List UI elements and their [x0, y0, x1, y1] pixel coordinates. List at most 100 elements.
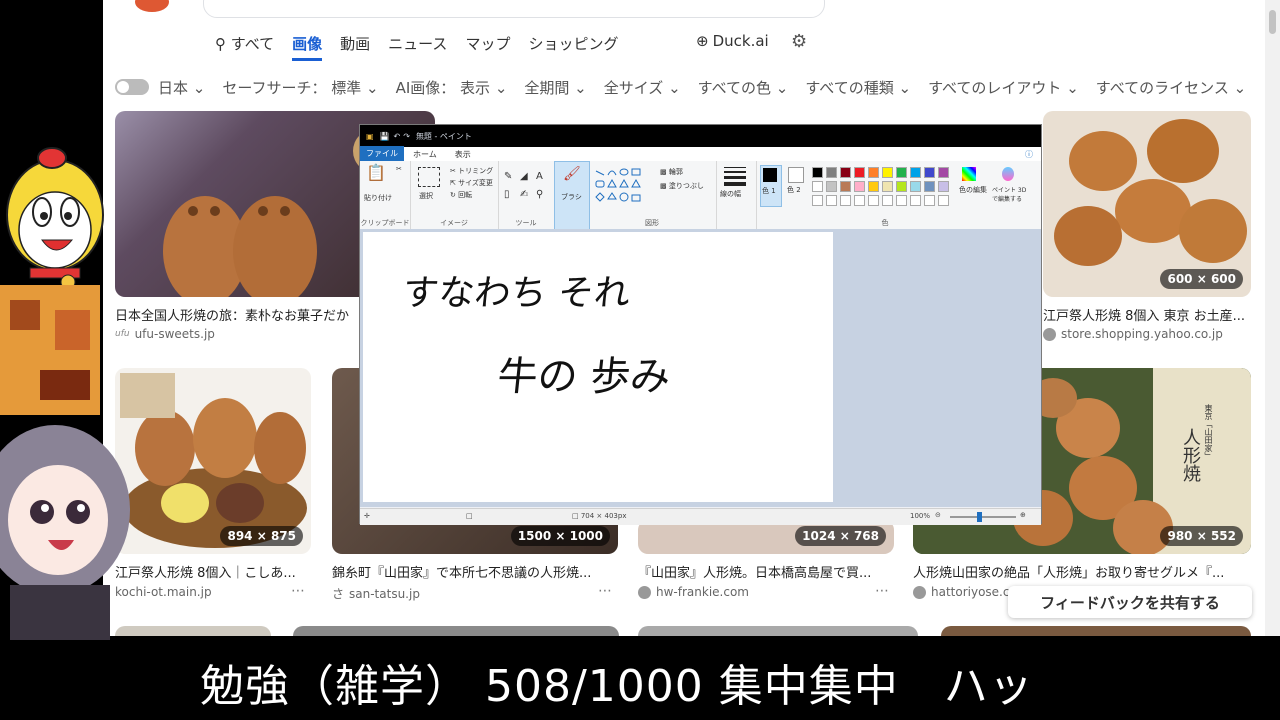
color-swatch[interactable] — [924, 167, 935, 178]
pencil-icon[interactable]: ✎ — [504, 171, 512, 182]
color-palette[interactable] — [812, 167, 962, 209]
save-icon[interactable]: 💾 — [380, 132, 394, 141]
cut-icon[interactable]: ✂ — [396, 165, 402, 173]
result-image-2[interactable]: 600 × 600 — [1043, 111, 1251, 297]
result-source-2[interactable]: store.shopping.yahoo.co.jp — [1043, 327, 1223, 341]
select-icon[interactable] — [418, 167, 440, 187]
line-width-button[interactable]: 線の幅 — [716, 161, 757, 229]
result-image-10[interactable] — [941, 626, 1251, 636]
tab-maps[interactable]: マップ — [465, 33, 510, 54]
filter-layout[interactable]: すべてのレイアウト ⌄ — [928, 77, 1079, 98]
paint3d-icon[interactable] — [1002, 167, 1014, 181]
outline-button[interactable]: ▩ 輪郭 — [660, 167, 683, 177]
scrollbar-thumb[interactable] — [1269, 10, 1276, 34]
color-swatch[interactable] — [938, 167, 949, 178]
result-source-5[interactable]: hw-frankie.com — [638, 585, 749, 599]
color-swatch[interactable] — [826, 167, 837, 178]
result-caption-4[interactable]: 錦糸町『山田家』で本所七不思議の人形焼... — [332, 562, 618, 581]
filter-safesearch[interactable]: セーフサーチ： 標準 ⌄ — [222, 77, 378, 98]
scrollbar[interactable] — [1265, 0, 1280, 636]
tab-images[interactable]: 画像 — [292, 33, 323, 61]
color-swatch[interactable] — [868, 167, 879, 178]
undo-icon[interactable]: ↶ — [394, 132, 404, 141]
result-image-3[interactable]: 894 × 875 — [115, 368, 311, 554]
color-swatch[interactable] — [812, 167, 823, 178]
filter-type[interactable]: すべての種類 ⌄ — [805, 77, 911, 98]
filter-color[interactable]: すべての色 ⌄ — [698, 77, 789, 98]
result-image-9[interactable] — [638, 626, 918, 636]
color-swatch-empty[interactable] — [938, 195, 949, 206]
result-caption-6[interactable]: 人形焼山田家の絶品「人形焼」お取り寄せグルメ『... — [913, 562, 1251, 581]
color-swatch[interactable] — [910, 181, 921, 192]
color2-button[interactable]: 色 2 — [786, 165, 806, 205]
color-swatch-empty[interactable] — [882, 195, 893, 206]
redo-icon[interactable]: ↷ — [403, 132, 416, 141]
result-caption-5[interactable]: 『山田家』人形焼。日本橋高島屋で買... — [638, 562, 894, 581]
color-swatch-empty[interactable] — [896, 195, 907, 206]
color-swatch[interactable] — [854, 167, 865, 178]
filter-ai-images[interactable]: AI画像： 表示 ⌄ — [396, 77, 508, 98]
color-swatch[interactable] — [910, 167, 921, 178]
search-input[interactable] — [203, 0, 825, 18]
duckduckgo-logo[interactable] — [135, 0, 169, 12]
more-options-icon[interactable]: ⋯ — [875, 583, 889, 599]
brush-button[interactable]: 🖌 ブラシ — [554, 161, 590, 231]
color-swatch-empty[interactable] — [812, 195, 823, 206]
zoom-in-button[interactable]: ⊕ — [1020, 511, 1026, 519]
color1-button[interactable]: 色 1 — [760, 165, 782, 207]
zoom-slider[interactable] — [950, 516, 1016, 518]
color-swatch[interactable] — [896, 181, 907, 192]
color-swatch-empty[interactable] — [924, 195, 935, 206]
text-icon[interactable]: A — [536, 171, 543, 182]
tab-shopping[interactable]: ショッピング — [528, 33, 618, 54]
color-swatch[interactable] — [882, 181, 893, 192]
tab-videos[interactable]: 動画 — [340, 33, 370, 54]
trim-button[interactable]: ✂ トリミング — [450, 166, 493, 176]
result-caption-1[interactable]: 日本全国人形焼の旅：素朴なお菓子だか — [115, 305, 360, 324]
shapes-gallery[interactable] — [594, 167, 650, 203]
color-swatch-empty[interactable] — [854, 195, 865, 206]
result-source-6[interactable]: hattoriyose.c — [913, 585, 1009, 599]
gear-icon[interactable]: ⚙ — [791, 31, 807, 52]
fill-icon[interactable]: ◢ — [520, 171, 528, 182]
magnifier-icon[interactable]: ⚲ — [536, 189, 543, 200]
color-swatch-empty[interactable] — [826, 195, 837, 206]
result-image-8[interactable] — [293, 626, 619, 636]
color-swatch-empty[interactable] — [910, 195, 921, 206]
result-image-7[interactable] — [115, 626, 271, 636]
color-swatch[interactable] — [840, 181, 851, 192]
tab-all[interactable]: ⚲ すべて — [215, 33, 274, 54]
resize-button[interactable]: ⇱ サイズ変更 — [450, 178, 493, 188]
more-options-icon[interactable]: ⋯ — [598, 583, 612, 599]
color-swatch[interactable] — [896, 167, 907, 178]
color-swatch-empty[interactable] — [868, 195, 879, 206]
color-swatch[interactable] — [854, 181, 865, 192]
result-caption-2[interactable]: 江戸祭人形焼 8個入 東京 お土産... — [1043, 305, 1251, 324]
filter-license[interactable]: すべてのライセンス ⌄ — [1096, 77, 1246, 98]
drawing-canvas[interactable]: すなわち それ 牛の 歩み — [363, 232, 833, 502]
filter-region[interactable]: 日本 ⌄ — [158, 77, 205, 98]
fill-button[interactable]: ▩ 塗りつぶし — [660, 181, 704, 191]
result-caption-3[interactable]: 江戸祭人形焼 8個入｜こしあ... — [115, 562, 311, 581]
menu-home[interactable]: ホーム — [404, 149, 446, 160]
color-swatch[interactable] — [938, 181, 949, 192]
menu-file[interactable]: ファイル — [360, 146, 404, 162]
color-picker-icon[interactable]: ✍ — [520, 189, 528, 200]
color-swatch[interactable] — [840, 167, 851, 178]
region-toggle[interactable] — [115, 79, 149, 95]
color-swatch-empty[interactable] — [840, 195, 851, 206]
edit-colors-icon[interactable] — [962, 167, 976, 181]
result-image-5[interactable]: 1024 × 768 — [638, 520, 894, 554]
tab-news[interactable]: ニュース — [388, 33, 447, 54]
zoom-slider-thumb[interactable] — [977, 512, 982, 522]
filter-size[interactable]: 全サイズ ⌄ — [604, 77, 681, 98]
eraser-icon[interactable]: ▯ — [504, 189, 510, 200]
help-icon[interactable]: ⓘ — [1025, 149, 1041, 160]
result-source-4[interactable]: さ san-tatsu.jp — [332, 585, 420, 602]
rotate-button[interactable]: ↻ 回転 — [450, 190, 472, 200]
filter-time[interactable]: 全期間 ⌄ — [524, 77, 586, 98]
color-swatch[interactable] — [924, 181, 935, 192]
color-swatch[interactable] — [812, 181, 823, 192]
color-swatch[interactable] — [826, 181, 837, 192]
menu-view[interactable]: 表示 — [446, 149, 480, 160]
